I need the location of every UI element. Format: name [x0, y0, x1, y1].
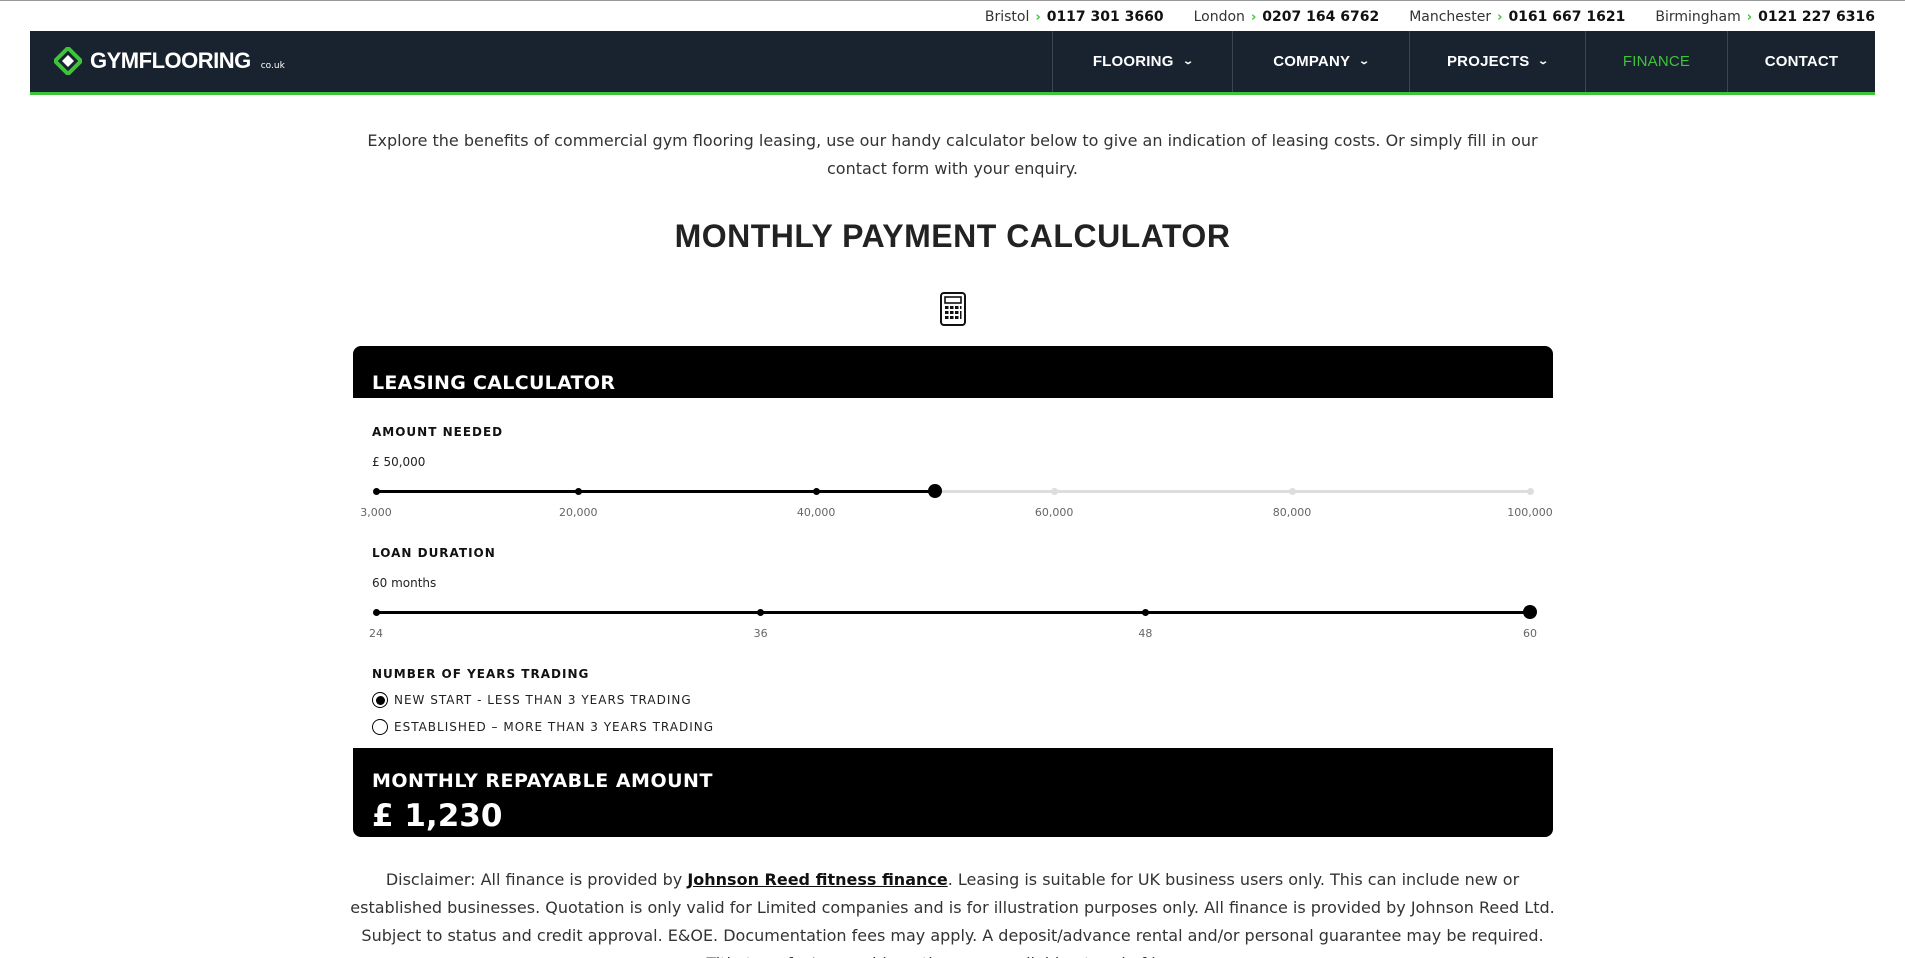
amount-label: AMOUNT NEEDED	[372, 425, 504, 439]
contact-birmingham[interactable]: Birmingham › 0121 227 6316	[1655, 9, 1875, 25]
contact-city: Bristol	[984, 9, 1030, 25]
slider-tick-label: 60	[1523, 627, 1537, 640]
finance-provider-link[interactable]: Johnson Reed fitness finance	[687, 870, 947, 889]
slider-handle[interactable]	[1523, 605, 1537, 619]
slider-fill	[376, 490, 936, 493]
logo-suffix: co.uk	[260, 61, 285, 71]
slider-tick-label: 40,000	[796, 506, 836, 519]
leasing-calculator: LEASING CALCULATOR AMOUNT NEEDED £ 50,00…	[353, 346, 1553, 837]
contact-phone[interactable]: 0117 301 3660	[1047, 9, 1164, 25]
nav-item-label: FLOORING	[1092, 53, 1174, 70]
trading-option-new-start[interactable]: NEW START - LESS THAN 3 YEARS TRADING	[372, 692, 692, 708]
logo-flooring: FLOORING	[138, 48, 252, 73]
nav-item-company[interactable]: COMPANY ⌄	[1232, 31, 1409, 92]
site-logo[interactable]: GYMFLOORING co.uk	[54, 47, 285, 75]
contact-city: Birmingham	[1655, 9, 1741, 25]
slider-tick	[574, 488, 582, 495]
amount-slider[interactable]: 3,000 20,000 40,000 60,000 80,000 100,000	[360, 481, 1553, 519]
logo-mark-icon	[54, 47, 82, 75]
nav-item-projects[interactable]: PROJECTS ⌄	[1409, 31, 1585, 92]
contact-phone[interactable]: 0121 227 6316	[1758, 9, 1875, 25]
nav-item-label: FINANCE	[1622, 53, 1691, 70]
slider-tick	[757, 609, 765, 616]
contact-bristol[interactable]: Bristol › 0117 301 3660	[985, 9, 1164, 25]
result-amount: £ 1,230	[372, 798, 503, 834]
slider-tick-label: 36	[753, 627, 768, 640]
radio-label: NEW START - LESS THAN 3 YEARS TRADING	[394, 693, 692, 707]
disclaimer-text: Disclaimer: All finance is provided by J…	[350, 866, 1555, 958]
slider-fill	[376, 611, 1530, 614]
calculator-icon	[940, 292, 966, 326]
amount-value: £ 50,000	[372, 455, 426, 469]
page-title: MONTHLY PAYMENT CALCULATOR	[674, 218, 1231, 254]
duration-label: LOAN DURATION	[372, 546, 496, 560]
contact-city: Manchester	[1409, 9, 1492, 25]
radio-label: ESTABLISHED – MORE THAN 3 YEARS TRADING	[394, 720, 715, 734]
nav-item-label: CONTACT	[1764, 53, 1839, 70]
nav-item-finance[interactable]: FINANCE	[1585, 31, 1727, 92]
slider-tick	[1141, 609, 1149, 616]
slider-tick-label: 48	[1138, 627, 1153, 640]
chevron-right-icon: ›	[1746, 9, 1753, 25]
nav-item-contact[interactable]: CONTACT	[1727, 31, 1875, 92]
slider-tick-label: 3,000	[360, 506, 392, 519]
logo-gym: GYM	[90, 48, 139, 73]
contact-city: London	[1193, 9, 1245, 25]
slider-tick	[372, 609, 380, 616]
contact-manchester[interactable]: Manchester › 0161 667 1621	[1409, 9, 1625, 25]
chevron-right-icon: ›	[1497, 9, 1503, 25]
nav-item-label: PROJECTS	[1446, 53, 1530, 70]
chevron-down-icon: ⌄	[1181, 56, 1194, 67]
radio-button[interactable]	[372, 692, 388, 708]
chevron-right-icon: ›	[1250, 9, 1257, 25]
radio-button[interactable]	[372, 719, 388, 735]
disclaimer-prefix: Disclaimer: All finance is provided by	[385, 870, 688, 889]
slider-tick-label: 20,000	[558, 506, 598, 519]
intro-text: Explore the benefits of commercial gym f…	[367, 131, 1538, 178]
slider-tick-label: 100,000	[1507, 506, 1553, 519]
slider-tick-label: 24	[369, 627, 383, 640]
slider-tick	[1526, 488, 1534, 495]
top-contact-bar: Bristol › 0117 301 3660 London › 0207 16…	[0, 0, 1905, 32]
slider-tick-label: 60,000	[1034, 506, 1074, 519]
slider-tick	[372, 488, 380, 495]
duration-value: 60 months	[372, 576, 437, 590]
slider-tick	[1288, 488, 1296, 495]
slider-tick	[1050, 488, 1058, 495]
nav-item-label: COMPANY	[1273, 53, 1351, 70]
monthly-result: MONTHLY REPAYABLE AMOUNT £ 1,230	[353, 748, 1553, 837]
logo-text: GYMFLOORING	[90, 48, 251, 74]
nav-menu: FLOORING ⌄ COMPANY ⌄ PROJECTS ⌄ FINANCE …	[1052, 31, 1875, 92]
slider-tick-label: 80,000	[1272, 506, 1312, 519]
slider-tick	[812, 488, 820, 495]
chevron-down-icon: ⌄	[1358, 56, 1371, 67]
chevron-down-icon: ⌄	[1537, 56, 1550, 67]
chevron-right-icon: ›	[1035, 9, 1041, 25]
result-label: MONTHLY REPAYABLE AMOUNT	[372, 770, 713, 792]
duration-slider[interactable]: 24 36 48 60	[369, 602, 1537, 640]
contact-london[interactable]: London › 0207 164 6762	[1194, 9, 1380, 25]
slider-handle[interactable]	[928, 484, 943, 498]
nav-item-flooring[interactable]: FLOORING ⌄	[1052, 31, 1232, 92]
trading-option-established[interactable]: ESTABLISHED – MORE THAN 3 YEARS TRADING	[372, 719, 714, 735]
main-navigation: GYMFLOORING co.uk FLOORING ⌄ COMPANY ⌄ P…	[30, 31, 1875, 95]
trading-label: NUMBER OF YEARS TRADING	[372, 667, 590, 681]
contact-list: Bristol › 0117 301 3660 London › 0207 16…	[985, 9, 1875, 25]
contact-phone[interactable]: 0161 667 1621	[1508, 9, 1625, 25]
contact-phone[interactable]: 0207 164 6762	[1262, 9, 1379, 25]
calculator-title: LEASING CALCULATOR	[353, 346, 1553, 398]
